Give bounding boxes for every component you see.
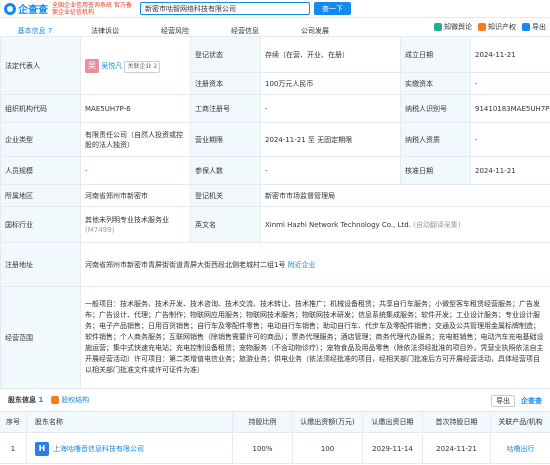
reg-authority-label: 登记机关 xyxy=(190,184,261,207)
industry-label: 国标行业 xyxy=(0,206,81,243)
related-companies-badge[interactable]: 关联企业 2 xyxy=(124,60,161,73)
en-name-value: Xinmi Hazhi Network Technology Co., Ltd. xyxy=(265,220,411,229)
export-top-button[interactable]: 导出 xyxy=(522,22,546,32)
shareholder-header: 股东信息 1 股权结构 xyxy=(8,395,89,405)
found-date-value: 2024-11-21 xyxy=(470,36,550,73)
company-info-table: 法定代表人 吴 吴悦凡 关联企业 2 登记状态 存续（在营、开业、在册） 成立日… xyxy=(0,36,550,389)
paid-capital-value: - xyxy=(470,72,550,95)
en-name-label: 英文名 xyxy=(190,206,261,243)
en-name-cell: Xinmi Hazhi Network Technology Co., Ltd.… xyxy=(260,206,550,243)
row-index: 1 xyxy=(10,444,16,453)
insured-label: 参保人数 xyxy=(190,156,261,185)
row-product-link[interactable]: 咕噜出行 xyxy=(490,434,550,463)
table-row: 1 H 上海咕噜音信息科技有限公司 100% 100 2029-11-14 20… xyxy=(0,434,550,464)
taxpayer-no-value: 91410183MAE5UH7P6K xyxy=(470,94,550,123)
shareholder-tools: 导出 企查查 xyxy=(491,395,542,407)
export-label: 导出 xyxy=(532,23,546,31)
shareholder-name-link[interactable]: 上海咕噜音信息科技有限公司 xyxy=(53,444,144,454)
taxpayer-qual-value: - xyxy=(470,122,550,157)
zhiwei-label: 知微舆论 xyxy=(444,23,472,31)
zhiwei-icon xyxy=(434,23,442,31)
ip-link[interactable]: 知识产权 xyxy=(478,22,516,32)
zhiwei-link[interactable]: 知微舆论 xyxy=(434,22,472,32)
address-label: 注册地址 xyxy=(0,242,81,287)
search-button[interactable]: 查一下 xyxy=(314,2,351,15)
export-icon xyxy=(522,23,530,31)
shareholder-count: 1 xyxy=(38,396,44,404)
qcc-brand: 企查查 xyxy=(521,397,542,405)
nearby-companies-link[interactable]: 附近企业 xyxy=(288,261,316,269)
insured-value: - xyxy=(260,156,401,185)
shareholder-title: 股东信息 1 xyxy=(8,395,43,405)
shareholder-table-header: 序号 股东名称 持股比例 认缴出资额(万元) 认缴出资日期 首次持股日期 关联产… xyxy=(0,411,550,433)
staff-value: - xyxy=(80,156,191,185)
reg-capital-label: 注册资本 xyxy=(190,72,261,95)
reg-status-value: 存续（在营、开业、在册） xyxy=(260,36,401,73)
ip-label: 知识产权 xyxy=(488,23,516,31)
row-ratio: 100% xyxy=(232,434,292,463)
row-first-date: 2024-11-21 xyxy=(422,434,490,463)
shareholder-title-text: 股东信息 xyxy=(8,396,36,404)
col-first-date: 首次持股日期 xyxy=(422,412,490,432)
approve-date-label: 核准日期 xyxy=(400,156,471,185)
biz-term-label: 营业期限 xyxy=(190,122,261,157)
en-name-note: (自动翻译采集) xyxy=(413,220,461,229)
org-code-value: MAE5UH7P-6 xyxy=(80,94,191,123)
found-date-label: 成立日期 xyxy=(400,36,471,73)
scope-value: 一般项目：技术服务、技术开发、技术咨询、技术交流、技术转让、技术推广；机械设备租… xyxy=(80,286,550,389)
industry-value: 其他未列明专业技术服务业 xyxy=(85,215,169,224)
row-date: 2029-11-14 xyxy=(362,434,422,463)
taxpayer-no-label: 纳税人识别号 xyxy=(400,94,471,123)
legal-rep-name[interactable]: 吴悦凡 xyxy=(101,62,122,70)
logo-text: 企查查 xyxy=(18,5,48,16)
equity-structure-link[interactable]: 股权结构 xyxy=(51,395,89,405)
legal-rep-cell: 吴 吴悦凡 关联企业 2 xyxy=(80,36,191,95)
col-amount: 认缴出资额(万元) xyxy=(292,412,362,432)
region-value: 河南省郑州市新密市 xyxy=(80,184,191,207)
ip-icon xyxy=(478,23,486,31)
col-product: 关联产品/机构 xyxy=(490,412,550,432)
structure-icon xyxy=(51,396,60,404)
scope-label: 经营范围 xyxy=(0,286,81,389)
col-index: 序号 xyxy=(6,418,20,426)
company-type-label: 企业类型 xyxy=(0,122,81,157)
col-date: 认缴出资日期 xyxy=(362,412,422,432)
company-logo-icon: H xyxy=(35,441,49,456)
paid-capital-label: 实缴资本 xyxy=(400,72,471,95)
biz-reg-no-label: 工商注册号 xyxy=(190,94,261,123)
right-toolbar: 知微舆论 知识产权 导出 xyxy=(434,22,546,32)
reg-status-label: 登记状态 xyxy=(190,36,261,73)
search-input[interactable]: 新密市咕智网络科技有限公司 xyxy=(140,2,310,15)
site-subtitle: 全国企业信用查询系统 官方备案企业征信机构 xyxy=(52,1,132,16)
company-type-value: 有限责任公司（自然人投资或控股的法人独资） xyxy=(80,122,191,157)
logo[interactable]: 企查查 xyxy=(4,1,48,16)
equity-structure-label: 股权结构 xyxy=(61,396,90,404)
address-cell: 河南省郑州市新密市青屏街街道青屏大街西段北侧老城村二组1号 附近企业 xyxy=(80,242,550,287)
org-code-label: 组织机构代码 xyxy=(0,94,81,123)
biz-term-value: 2024-11-21 至 无固定期限 xyxy=(260,122,401,157)
avatar: 吴 xyxy=(85,58,99,73)
col-name: 股东名称 xyxy=(26,412,232,432)
shareholder-export-button[interactable]: 导出 xyxy=(491,395,515,407)
industry-code: (M7499) xyxy=(85,225,115,234)
industry-cell: 其他未列明专业技术服务业 (M7499) xyxy=(80,206,191,243)
logo-icon xyxy=(4,2,16,15)
staff-label: 人员规模 xyxy=(0,156,81,185)
row-amount: 100 xyxy=(292,434,362,463)
top-bar: 企查查 全国企业信用查询系统 官方备案企业征信机构 新密市咕智网络科技有限公司 … xyxy=(0,0,550,18)
region-label: 所属地区 xyxy=(0,184,81,207)
reg-authority-value: 新密市市场监督管理局 xyxy=(260,184,550,207)
legal-rep-label: 法定代表人 xyxy=(0,36,81,95)
biz-reg-no-value: - xyxy=(260,94,401,123)
col-ratio: 持股比例 xyxy=(232,412,292,432)
reg-capital-value: 100万元人民币 xyxy=(260,72,401,95)
address-value: 河南省郑州市新密市青屏街街道青屏大街西段北侧老城村二组1号 xyxy=(85,260,286,269)
row-name-cell: H 上海咕噜音信息科技有限公司 xyxy=(26,434,232,463)
approve-date-value: 2024-11-21 xyxy=(470,156,550,185)
taxpayer-qual-label: 纳税人资质 xyxy=(400,122,471,157)
